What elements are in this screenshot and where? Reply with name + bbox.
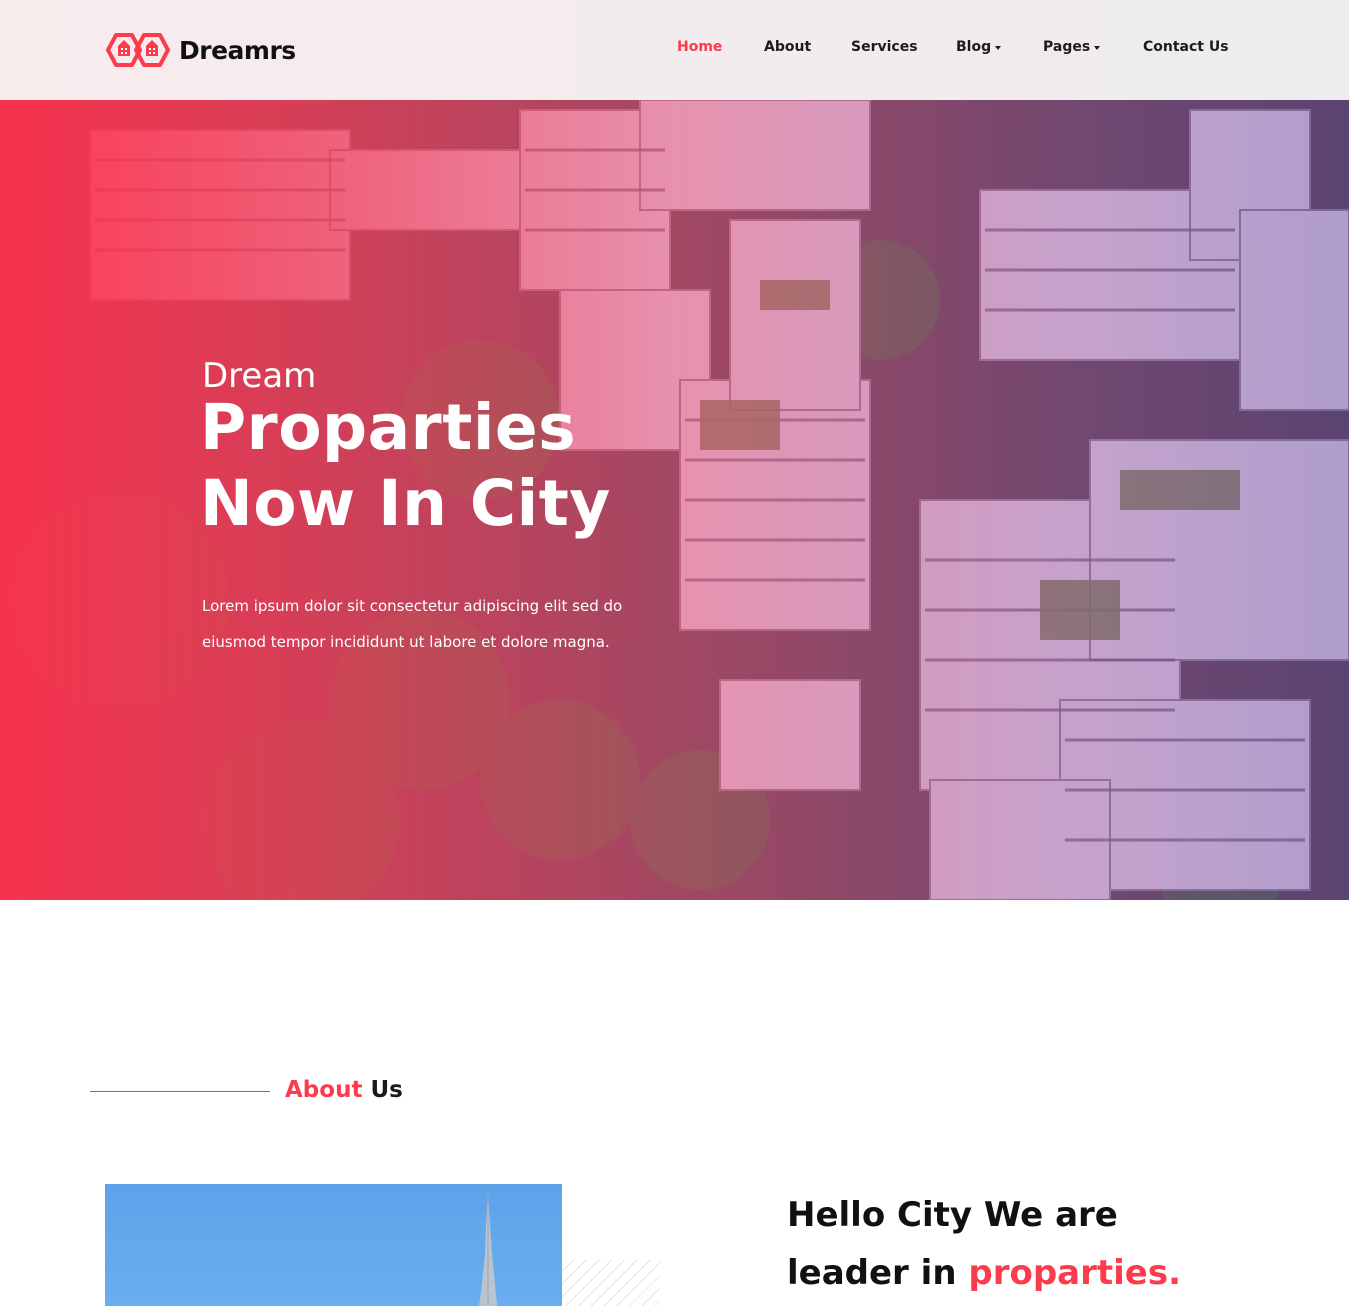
site-header: Dreamrs Home About Services Blog Pages C…	[0, 0, 1349, 100]
about-title: Hello City We are leader in proparties.	[787, 1186, 1257, 1302]
nav-item-label: Services	[851, 39, 918, 55]
nav-item-contact[interactable]: Contact Us	[1143, 39, 1229, 55]
about-heading-accent: About	[285, 1077, 363, 1103]
caret-down-icon	[1094, 45, 1101, 50]
hero-title-line1: Proparties	[200, 391, 577, 464]
nav-item-label: Home	[677, 39, 723, 55]
nav-item-services[interactable]: Services	[851, 39, 918, 55]
hero-section: Dream Proparties Now In City Lorem ipsum…	[0, 0, 1349, 900]
about-image	[105, 1184, 562, 1306]
nav-item-home[interactable]: Home	[677, 39, 722, 55]
decorative-hatch-pattern	[560, 1260, 660, 1306]
about-heading: About Us	[285, 1077, 403, 1103]
nav-item-label: Pages	[1043, 39, 1091, 55]
section-divider-line	[90, 1091, 270, 1092]
hero-description: Lorem ipsum dolor sit consectetur adipis…	[202, 588, 672, 660]
about-title-accent: proparties.	[968, 1253, 1181, 1293]
nav-item-pages[interactable]: Pages	[1043, 39, 1101, 55]
hero-title-line2: Now In City	[200, 467, 611, 540]
about-title-line1: Hello City We are	[787, 1195, 1118, 1235]
about-title-line2: leader in	[787, 1253, 969, 1293]
hero-title: Proparties Now In City	[200, 390, 760, 542]
tower-skyline-image	[105, 1184, 562, 1306]
hero-description-line2: eiusmod tempor incididunt ut labore et d…	[202, 633, 610, 651]
nav-item-label: About	[764, 39, 812, 55]
hero-description-line1: Lorem ipsum dolor sit consectetur adipis…	[202, 597, 623, 615]
nav-item-label: Contact Us	[1143, 39, 1229, 55]
nav-item-label: Blog	[956, 39, 992, 55]
caret-down-icon	[995, 45, 1002, 50]
nav-item-about[interactable]: About	[764, 39, 811, 55]
about-heading-rest: Us	[370, 1077, 403, 1103]
nav-item-blog[interactable]: Blog	[956, 39, 1002, 55]
main-nav: Home About Services Blog Pages Contact U…	[0, 39, 1349, 61]
